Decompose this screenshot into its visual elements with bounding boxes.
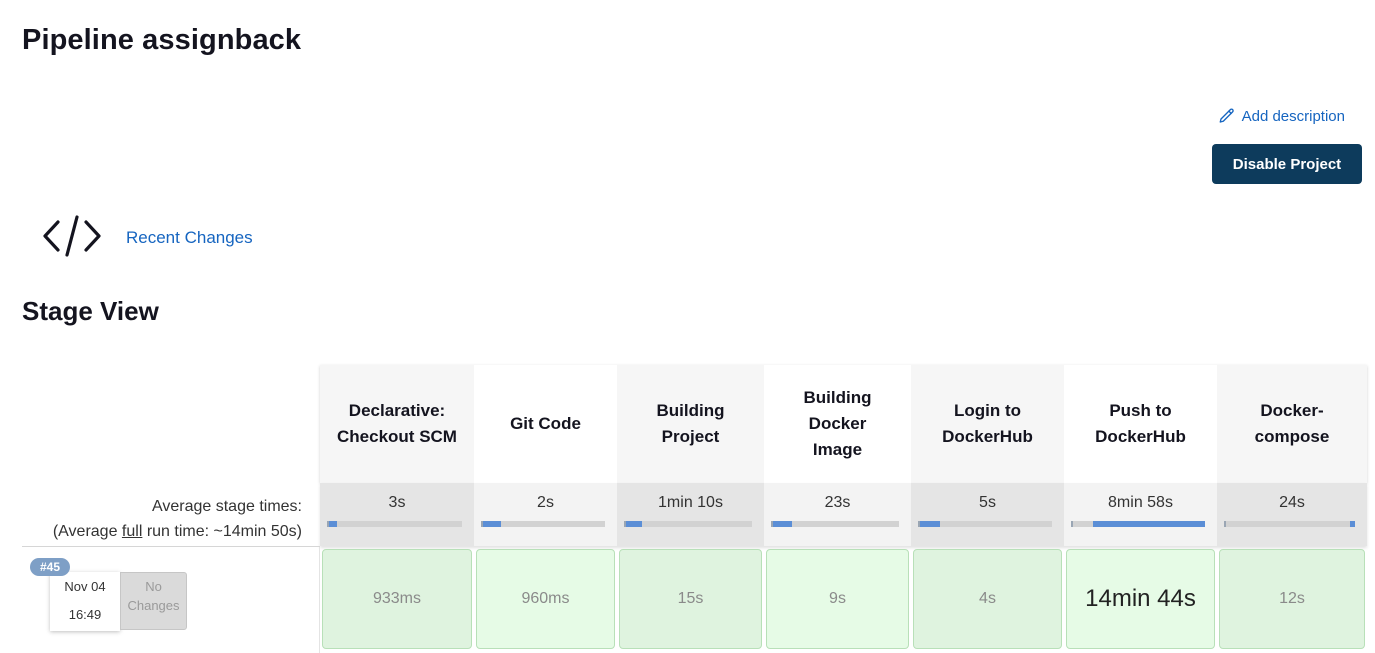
average-stage-times-label: Average stage times: (Average full run t… <box>22 483 320 546</box>
stage-header: Login to DockerHub <box>911 365 1064 483</box>
stage-header: Declarative: Checkout SCM <box>320 365 474 483</box>
stage-header-label: Login to DockerHub <box>942 401 1033 446</box>
build-number-badge[interactable]: #45 <box>30 558 70 576</box>
stage-result-cell[interactable]: 15s <box>619 549 762 649</box>
disable-project-button[interactable]: Disable Project <box>1212 144 1362 184</box>
average-label-prefix: (Average <box>52 523 122 540</box>
stage-header: Git Code <box>474 365 617 483</box>
build-info: #45 Nov 04 16:49 No Changes <box>22 547 320 653</box>
stage-view-title: Stage View <box>22 296 159 326</box>
stage-result-cell[interactable]: 4s <box>913 549 1062 649</box>
build-time: 16:49 <box>68 607 102 622</box>
average-time: 23s <box>824 494 851 511</box>
build-date: Nov 04 <box>64 579 106 594</box>
average-bar <box>481 521 605 527</box>
average-label-suffix: run time: ~14min 50s) <box>142 523 302 540</box>
add-description-label: Add description <box>1241 107 1345 125</box>
build-timestamp: Nov 04 16:49 <box>50 572 120 631</box>
average-label-line: Average stage times: <box>151 498 302 515</box>
average-time: 1min 10s <box>658 494 723 511</box>
stage-header-label: Push to DockerHub <box>1095 401 1186 446</box>
average-times-row: 3s 2s 1min 10s 23s 5s 8min 58s 24s <box>320 483 1367 546</box>
stage-header: Push to DockerHub <box>1064 365 1217 483</box>
stage-header-label: Building Project <box>656 401 725 446</box>
average-bar-fill <box>483 521 502 527</box>
average-bar-fill <box>920 521 940 527</box>
average-bar-fill <box>329 521 337 527</box>
average-cell: 8min 58s <box>1064 483 1217 546</box>
average-time: 2s <box>537 494 554 511</box>
average-cell: 5s <box>911 483 1064 546</box>
stage-header: Docker-compose <box>1217 365 1367 483</box>
average-cell: 3s <box>320 483 474 546</box>
average-time: 8min 58s <box>1108 494 1173 511</box>
average-time: 24s <box>1279 494 1305 511</box>
page-title: Pipeline assignback <box>22 24 302 56</box>
stage-header-label: Declarative: Checkout SCM <box>337 401 457 446</box>
average-time: 5s <box>979 494 996 511</box>
stage-header: Building Docker Image <box>764 365 911 483</box>
average-bar <box>327 521 462 527</box>
average-bar <box>1224 521 1355 527</box>
code-brackets-icon <box>43 215 101 257</box>
average-bar-fill <box>1092 521 1205 527</box>
add-description-link[interactable]: Add description <box>1218 107 1345 125</box>
stage-header-label: Building Docker Image <box>803 388 872 459</box>
stage-result-cell[interactable]: 12s <box>1219 549 1365 649</box>
average-bar <box>771 521 899 527</box>
average-bar <box>918 521 1052 527</box>
average-full-run-line: (Average full run time: ~14min 50s) <box>22 519 302 544</box>
average-bar <box>624 521 752 527</box>
average-time: 3s <box>388 494 406 511</box>
stage-result-cell[interactable]: 14min 44s <box>1066 549 1215 649</box>
average-bar-fill <box>773 521 792 527</box>
stage-header: Building Project <box>617 365 764 483</box>
average-cell: 23s <box>764 483 911 546</box>
average-bar-fill <box>626 521 643 527</box>
stage-result-cell[interactable]: 960ms <box>476 549 615 649</box>
recent-changes-link[interactable]: Recent Changes <box>126 228 253 248</box>
average-bar <box>1071 521 1205 527</box>
stage-header-label: Docker-compose <box>1254 401 1330 446</box>
stage-result-cell[interactable]: 933ms <box>322 549 472 649</box>
average-bar-fill <box>1349 521 1355 527</box>
stage-header-label: Git Code <box>510 414 581 433</box>
average-cell: 24s <box>1217 483 1367 546</box>
average-cell: 1min 10s <box>617 483 764 546</box>
pencil-icon <box>1219 108 1234 123</box>
full-run-link[interactable]: full <box>122 523 142 540</box>
build-changes[interactable]: No Changes <box>120 572 187 630</box>
build-row: 933ms 960ms 15s 9s 4s 14min 44s 12s <box>320 547 1367 653</box>
stage-header-row: Declarative: Checkout SCM Git Code Build… <box>320 365 1367 483</box>
stage-result-cell[interactable]: 9s <box>766 549 909 649</box>
average-cell: 2s <box>474 483 617 546</box>
